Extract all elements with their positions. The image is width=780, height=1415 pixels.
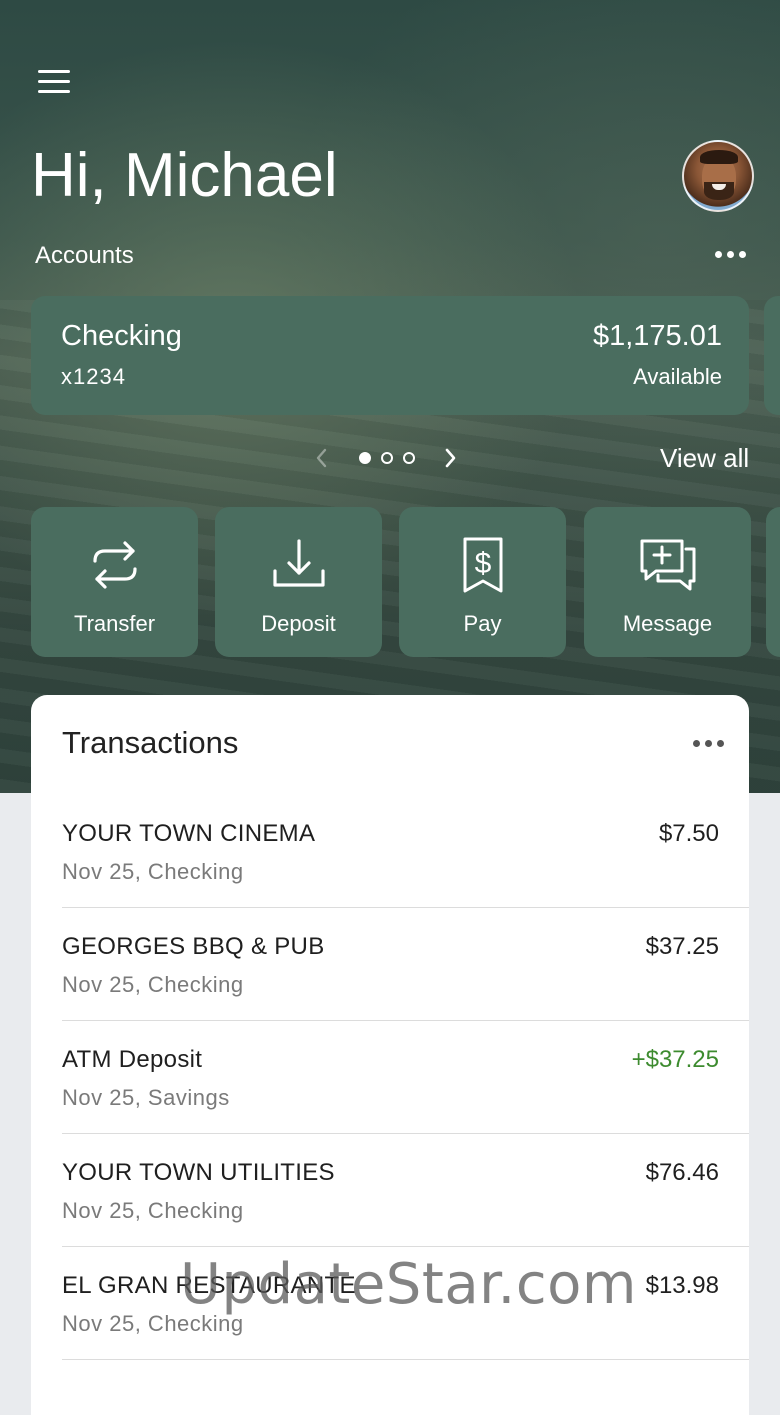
transaction-name: GEORGES BBQ & PUB: [62, 933, 325, 960]
accounts-more-button[interactable]: [715, 251, 746, 258]
accounts-label: Accounts: [35, 242, 134, 269]
transaction-detail: Nov 25, Checking: [62, 859, 244, 884]
transfer-icon: [92, 541, 137, 589]
deposit-label: Deposit: [261, 611, 336, 636]
transactions-title: Transactions: [62, 725, 239, 760]
greeting-title: Hi, Michael: [31, 141, 338, 210]
row-divider: [62, 1359, 749, 1360]
transaction-name: YOUR TOWN CINEMA: [62, 820, 316, 847]
transaction-detail: Nov 25, Checking: [62, 972, 244, 997]
transaction-name: ATM Deposit: [62, 1046, 203, 1073]
transfer-button[interactable]: Transfer: [31, 507, 198, 657]
more-dot: [693, 740, 700, 747]
carousel-pager: [310, 446, 462, 470]
transaction-amount-credit: +$37.25: [631, 1046, 719, 1073]
more-dot: [727, 251, 734, 258]
watermark: UpdateStar.com: [180, 1252, 637, 1317]
menu-icon-line: [38, 80, 70, 83]
menu-icon-line: [38, 90, 70, 93]
transactions-more-button[interactable]: [693, 740, 724, 747]
transaction-detail: Nov 25, Checking: [62, 1198, 244, 1223]
pager-dot[interactable]: [381, 452, 393, 464]
account-balance-label: Available: [633, 364, 722, 389]
transaction-name: YOUR TOWN UTILITIES: [62, 1159, 335, 1186]
transaction-row[interactable]: YOUR TOWN CINEMA Nov 25, Checking $7.50: [31, 795, 749, 908]
pay-label: Pay: [463, 611, 502, 636]
pay-bill-icon: $: [463, 537, 502, 593]
transaction-amount: $13.98: [645, 1272, 719, 1299]
message-button[interactable]: Message: [584, 507, 751, 657]
svg-text:$: $: [474, 547, 491, 580]
menu-icon-line: [38, 70, 70, 73]
more-dot: [705, 740, 712, 747]
next-account-card-peek[interactable]: [764, 296, 780, 415]
avatar-hair: [700, 150, 738, 164]
transaction-row[interactable]: GEORGES BBQ & PUB Nov 25, Checking $37.2…: [31, 908, 749, 1021]
chevron-right-icon[interactable]: [438, 446, 462, 470]
transaction-detail: Nov 25, Savings: [62, 1085, 230, 1110]
more-dot: [715, 251, 722, 258]
account-card-checking[interactable]: Checking x1234 $1,175.01 Available: [31, 296, 749, 415]
deposit-button[interactable]: Deposit: [215, 507, 382, 657]
more-dot: [717, 740, 724, 747]
transaction-row[interactable]: ATM Deposit Nov 25, Savings +$37.25: [31, 1021, 749, 1134]
pay-button[interactable]: $ Pay: [399, 507, 566, 657]
transfer-label: Transfer: [73, 611, 156, 636]
transaction-row[interactable]: YOUR TOWN UTILITIES Nov 25, Checking $76…: [31, 1134, 749, 1247]
message-icon: [640, 539, 695, 591]
more-dot: [739, 251, 746, 258]
avatar[interactable]: [682, 140, 754, 212]
account-name: Checking: [61, 320, 182, 352]
chevron-left-icon[interactable]: [310, 446, 334, 470]
deposit-icon: [272, 539, 325, 587]
pager-dot-active[interactable]: [359, 452, 371, 464]
transaction-amount: $37.25: [645, 933, 719, 960]
view-all-link[interactable]: View all: [660, 443, 749, 474]
pager-dot[interactable]: [403, 452, 415, 464]
menu-button[interactable]: [38, 70, 70, 96]
transaction-amount: $76.46: [645, 1159, 719, 1186]
account-number: x1234: [61, 364, 126, 389]
account-balance: $1,175.01: [592, 320, 722, 352]
next-action-peek[interactable]: [766, 507, 780, 657]
message-label: Message: [622, 611, 713, 636]
transaction-amount: $7.50: [658, 820, 719, 847]
